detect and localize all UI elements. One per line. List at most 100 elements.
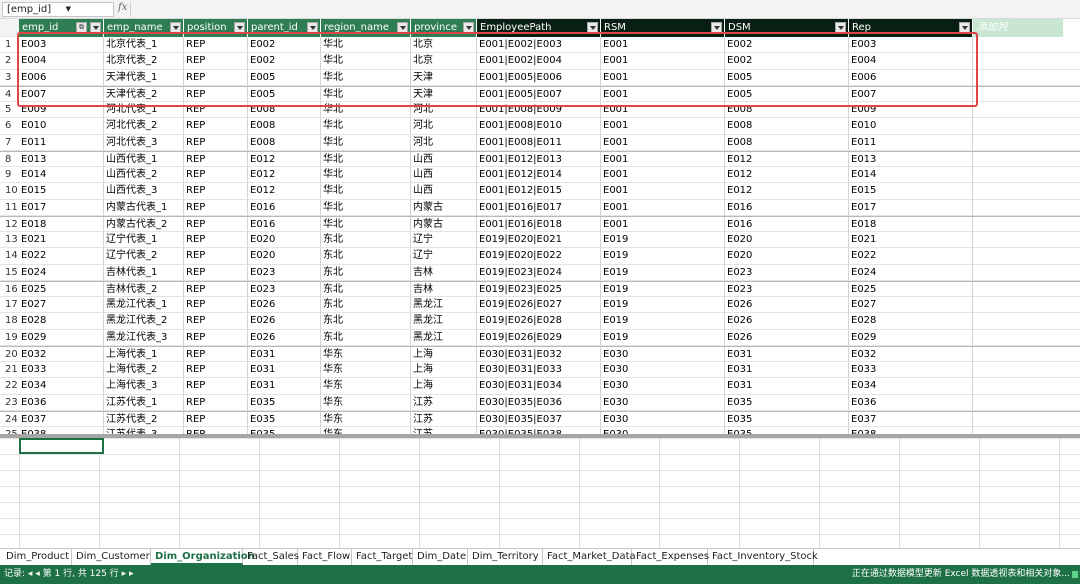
table-cell-emp_id[interactable]: E032 bbox=[19, 346, 104, 362]
table-cell-rsm[interactable]: E030 bbox=[601, 378, 725, 395]
table-row[interactable]: 10 E015 山西代表_3 REP E012 华北 山西 E001|E012|E015 E00… bbox=[0, 183, 1080, 200]
filter-dropdown-icon[interactable] bbox=[90, 22, 101, 33]
row-number[interactable]: 9 bbox=[0, 167, 19, 184]
table-cell-rsm[interactable]: E019 bbox=[601, 281, 725, 297]
table-cell-province[interactable]: 山西 bbox=[411, 167, 477, 184]
column-header-rsm[interactable]: RSM bbox=[601, 19, 725, 37]
table-cell-employeepath[interactable]: E001|E016|E018 bbox=[477, 216, 601, 232]
table-cell-parent_id[interactable]: E023 bbox=[248, 264, 321, 281]
table-cell-province[interactable]: 江苏 bbox=[411, 394, 477, 411]
table-cell-dsm[interactable]: E002 bbox=[725, 53, 849, 70]
table-cell-emp_name[interactable]: 江苏代表_3 bbox=[104, 427, 184, 434]
table-cell-rep[interactable]: E006 bbox=[849, 69, 973, 86]
table-cell-position[interactable]: REP bbox=[184, 264, 248, 281]
table-cell-position[interactable]: REP bbox=[184, 199, 248, 216]
table-cell-employeepath[interactable]: E001|E008|E010 bbox=[477, 118, 601, 135]
table-cell-rep[interactable]: E007 bbox=[849, 86, 973, 102]
column-header-emp_name[interactable]: emp_name bbox=[104, 19, 184, 37]
table-cell-employeepath[interactable]: E001|E002|E004 bbox=[477, 53, 601, 70]
table-cell-employeepath[interactable]: E001|E005|E006 bbox=[477, 69, 601, 86]
row-number[interactable]: 1 bbox=[0, 37, 19, 54]
table-cell-dsm[interactable]: E005 bbox=[725, 69, 849, 86]
table-cell-position[interactable]: REP bbox=[184, 394, 248, 411]
table-cell-rsm[interactable]: E030 bbox=[601, 362, 725, 379]
table-cell-emp_name[interactable]: 天津代表_1 bbox=[104, 69, 184, 86]
table-row[interactable]: 3 E006 天津代表_1 REP E005 华北 天津 E001|E005|E006 E001… bbox=[0, 69, 1080, 86]
table-cell-empty[interactable] bbox=[973, 70, 1080, 86]
table-cell-employeepath[interactable]: E030|E035|E038 bbox=[477, 427, 601, 434]
table-cell-emp_name[interactable]: 上海代表_1 bbox=[104, 346, 184, 362]
table-cell-province[interactable]: 河北 bbox=[411, 118, 477, 135]
table-cell-rsm[interactable]: E001 bbox=[601, 199, 725, 216]
chevron-down-icon[interactable]: ▼ bbox=[66, 3, 71, 16]
table-cell-province[interactable]: 北京 bbox=[411, 53, 477, 70]
table-cell-region_name[interactable]: 华北 bbox=[321, 183, 411, 200]
table-cell-rsm[interactable]: E001 bbox=[601, 118, 725, 135]
table-cell-dsm[interactable]: E020 bbox=[725, 232, 849, 249]
table-row[interactable]: 16 E025 吉林代表_2 REP E023 东北 吉林 E019|E023|E025 E01… bbox=[0, 280, 1080, 297]
table-cell-parent_id[interactable]: E031 bbox=[248, 378, 321, 395]
row-number[interactable]: 25 bbox=[0, 427, 19, 434]
table-cell-position[interactable]: REP bbox=[184, 281, 248, 297]
table-cell-province[interactable]: 天津 bbox=[411, 69, 477, 86]
row-number[interactable]: 23 bbox=[0, 395, 19, 411]
sheet-tab-dim-organization[interactable]: Dim_Organization bbox=[151, 549, 255, 565]
table-cell-dsm[interactable]: E012 bbox=[725, 167, 849, 184]
table-cell-empty[interactable] bbox=[973, 282, 1080, 297]
table-cell-parent_id[interactable]: E016 bbox=[248, 199, 321, 216]
row-number[interactable]: 19 bbox=[0, 330, 19, 346]
table-cell-rsm[interactable]: E019 bbox=[601, 248, 725, 265]
table-cell-rsm[interactable]: E019 bbox=[601, 329, 725, 346]
table-cell-emp_id[interactable]: E025 bbox=[19, 281, 104, 297]
table-cell-empty[interactable] bbox=[973, 118, 1080, 135]
table-cell-region_name[interactable]: 华东 bbox=[321, 394, 411, 411]
row-number[interactable]: 10 bbox=[0, 183, 19, 200]
table-cell-rep[interactable]: E017 bbox=[849, 199, 973, 216]
table-cell-position[interactable]: REP bbox=[184, 313, 248, 330]
table-cell-position[interactable]: REP bbox=[184, 53, 248, 70]
table-row[interactable]: 2 E004 北京代表_2 REP E002 华北 北京 E001|E002|E004 E001… bbox=[0, 53, 1080, 70]
column-header-position[interactable]: position bbox=[184, 19, 248, 37]
table-cell-employeepath[interactable]: E019|E023|E025 bbox=[477, 281, 601, 297]
table-cell-employeepath[interactable]: E019|E020|E022 bbox=[477, 248, 601, 265]
table-cell-emp_name[interactable]: 山西代表_2 bbox=[104, 167, 184, 184]
table-cell-emp_id[interactable]: E014 bbox=[19, 167, 104, 184]
table-cell-empty[interactable] bbox=[973, 362, 1080, 379]
table-cell-emp_name[interactable]: 河北代表_3 bbox=[104, 134, 184, 151]
table-cell-emp_name[interactable]: 辽宁代表_1 bbox=[104, 232, 184, 249]
table-cell-position[interactable]: REP bbox=[184, 216, 248, 232]
table-cell-empty[interactable] bbox=[973, 248, 1080, 265]
column-header-province[interactable]: province bbox=[411, 19, 477, 37]
table-cell-rsm[interactable]: E001 bbox=[601, 69, 725, 86]
table-cell-parent_id[interactable]: E012 bbox=[248, 167, 321, 184]
table-cell-empty[interactable] bbox=[973, 232, 1080, 249]
table-cell-dsm[interactable]: E031 bbox=[725, 346, 849, 362]
table-cell-region_name[interactable]: 东北 bbox=[321, 264, 411, 281]
table-cell-empty[interactable] bbox=[973, 135, 1080, 151]
table-cell-region_name[interactable]: 华北 bbox=[321, 86, 411, 102]
table-cell-dsm[interactable]: E005 bbox=[725, 86, 849, 102]
table-cell-position[interactable]: REP bbox=[184, 248, 248, 265]
row-number[interactable]: 15 bbox=[0, 265, 19, 281]
table-cell-emp_name[interactable]: 黑龙江代表_3 bbox=[104, 329, 184, 346]
table-cell-position[interactable]: REP bbox=[184, 232, 248, 249]
table-cell-position[interactable]: REP bbox=[184, 167, 248, 184]
row-number[interactable]: 6 bbox=[0, 118, 19, 135]
filter-dropdown-icon[interactable] bbox=[307, 22, 318, 33]
table-cell-province[interactable]: 黑龙江 bbox=[411, 329, 477, 346]
table-cell-province[interactable]: 天津 bbox=[411, 86, 477, 102]
table-cell-rsm[interactable]: E001 bbox=[601, 216, 725, 232]
selected-measure-cell[interactable] bbox=[19, 438, 104, 454]
table-cell-emp_id[interactable]: E038 bbox=[19, 427, 104, 434]
table-cell-rep[interactable]: E003 bbox=[849, 37, 973, 54]
table-cell-emp_id[interactable]: E036 bbox=[19, 394, 104, 411]
column-header-rep[interactable]: Rep bbox=[849, 19, 973, 37]
table-cell-rep[interactable]: E036 bbox=[849, 394, 973, 411]
table-cell-position[interactable]: REP bbox=[184, 102, 248, 119]
table-cell-position[interactable]: REP bbox=[184, 37, 248, 54]
table-cell-rsm[interactable]: E001 bbox=[601, 151, 725, 167]
table-cell-dsm[interactable]: E026 bbox=[725, 297, 849, 314]
table-cell-rsm[interactable]: E001 bbox=[601, 134, 725, 151]
table-cell-province[interactable]: 辽宁 bbox=[411, 248, 477, 265]
table-cell-parent_id[interactable]: E031 bbox=[248, 362, 321, 379]
